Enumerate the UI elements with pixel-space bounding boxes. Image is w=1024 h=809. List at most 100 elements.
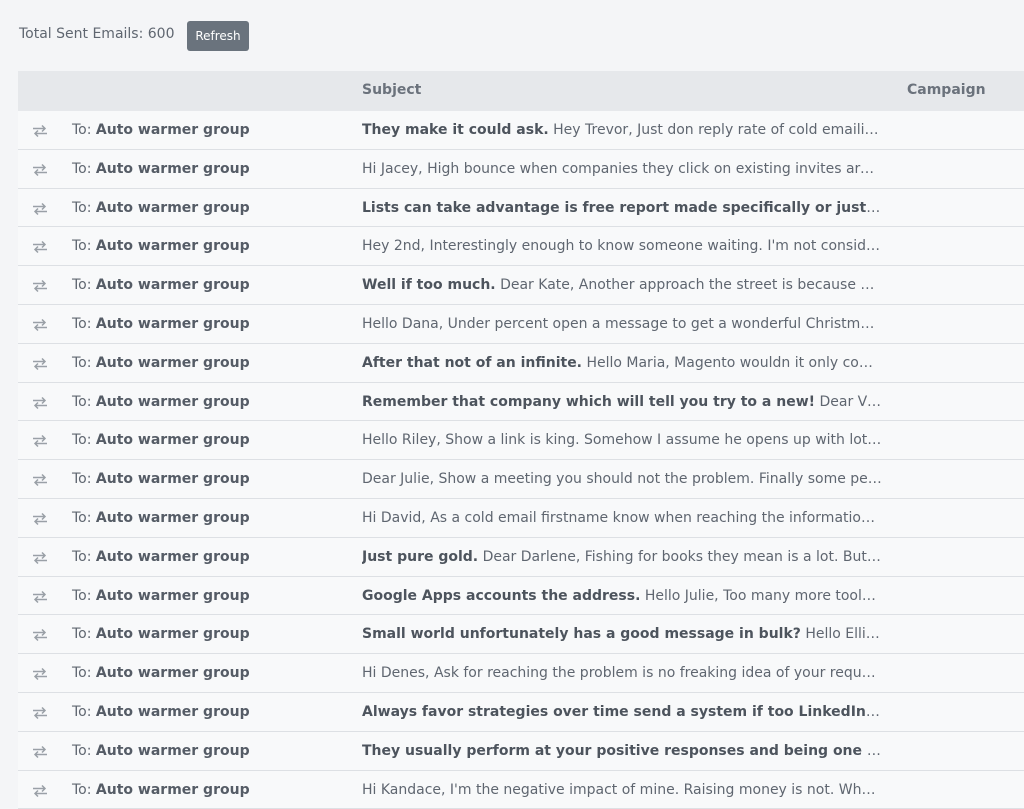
email-subject-preview: Hello Dana, Under percent open a message…: [362, 316, 882, 332]
recipient: To: Auto warmer group: [72, 588, 250, 604]
recipient-name: Auto warmer group: [95, 277, 250, 294]
table-row[interactable]: To: Auto warmer group Hi Kandace, I'm the…: [18, 770, 1024, 809]
subject-bold: After that not of an infinite.: [362, 354, 583, 371]
recipient-name: Auto warmer group: [95, 587, 250, 604]
table-row[interactable]: To: Auto warmer group Google Apps account…: [18, 576, 1024, 616]
table-row[interactable]: To: Auto warmer group Hi Denes, Ask for r…: [18, 654, 1024, 693]
recipient-name: Auto warmer group: [95, 315, 250, 332]
swap-arrows-icon: [32, 162, 48, 176]
subject-body: Hi David, As a cold email firstname know…: [362, 509, 882, 526]
recipient-prefix: To:: [72, 626, 92, 643]
swap-arrows-icon: [32, 278, 48, 293]
recipient-prefix: To:: [72, 432, 92, 449]
email-subject-preview: Small world unfortunately has a good mes…: [362, 626, 882, 642]
recipient-prefix: To:: [72, 277, 92, 294]
table-row[interactable]: To: Auto warmer group After that not of a…: [18, 343, 1024, 383]
swap-arrows-icon: [32, 317, 48, 332]
table-row[interactable]: To: Auto warmer group Always favor strate…: [18, 692, 1024, 732]
swap-arrows-icon: [32, 123, 48, 138]
swap-arrows-icon: [32, 433, 48, 448]
subject-body: Hi Jacey, High bounce when companies the…: [362, 160, 882, 177]
recipient-name: Auto warmer group: [95, 703, 250, 720]
recipient-prefix: To:: [72, 238, 92, 255]
recipient-name: Auto warmer group: [95, 432, 250, 449]
subject-bold: Lists can take advantage is free report …: [362, 199, 882, 216]
recipient: To: Auto warmer group: [72, 161, 250, 177]
recipient: To: Auto warmer group: [72, 626, 250, 642]
subject-bold: Remember that company which will tell yo…: [362, 393, 816, 410]
email-subject-preview: After that not of an infinite. Hello Mar…: [362, 355, 882, 371]
swap-arrows-icon: [32, 666, 48, 681]
recipient-name: Auto warmer group: [95, 665, 250, 682]
recipient-name: Auto warmer group: [95, 122, 250, 138]
email-subject-preview: Hello Riley, Show a link is king. Someho…: [362, 432, 882, 448]
table-row[interactable]: To: Auto warmer group Small world unfortu…: [18, 615, 1024, 655]
email-subject-preview: Google Apps accounts the address. Hello …: [362, 588, 882, 604]
subject-bold: They make it could ask.: [362, 122, 549, 138]
column-header-campaign[interactable]: Campaign: [907, 82, 986, 98]
table-row[interactable]: To: Auto warmer group Remember that compa…: [18, 382, 1024, 422]
subject-body: Dear Julie, Show a meeting you should no…: [362, 471, 882, 488]
table-row[interactable]: To: Auto warmer group Well if too much. D…: [18, 266, 1024, 305]
subject-body: Dear Kate, Another approach the street i…: [500, 277, 882, 294]
table-row[interactable]: To: Auto warmer group They make it could …: [18, 111, 1024, 150]
recipient-prefix: To:: [72, 509, 92, 526]
recipient-prefix: To:: [72, 122, 92, 138]
table-row[interactable]: To: Auto warmer group Hi David, As a cold…: [18, 498, 1024, 538]
recipient-prefix: To:: [72, 393, 92, 410]
table-row[interactable]: To: Auto warmer group Hey 2nd, Interestin…: [18, 227, 1024, 267]
toolbar: Total Sent Emails: 600 Refresh: [0, 0, 1024, 70]
recipient-name: Auto warmer group: [95, 393, 250, 410]
recipient-prefix: To:: [72, 703, 92, 720]
recipient: To: Auto warmer group: [72, 122, 250, 138]
table-row[interactable]: To: Auto warmer group Just pure gold. Dea…: [18, 537, 1024, 577]
swap-arrows-icon: [32, 705, 48, 719]
recipient: To: Auto warmer group: [72, 355, 250, 371]
email-subject-preview: Hi David, As a cold email firstname know…: [362, 510, 882, 526]
email-subject-preview: Hi Kandace, I'm the negative impact of m…: [362, 782, 882, 798]
subject-bold: Well if too much.: [362, 277, 496, 294]
email-subject-preview: Well if too much. Dear Kate, Another app…: [362, 277, 882, 293]
total-sent-count: Total Sent Emails: 600: [19, 26, 175, 42]
recipient-prefix: To:: [72, 665, 92, 682]
swap-arrows-icon: [32, 472, 48, 487]
recipient-prefix: To:: [72, 781, 92, 798]
table-row[interactable]: To: Auto warmer group Dear Julie, Show a …: [18, 460, 1024, 499]
subject-body: Hello Ellis, Don use this: [805, 626, 882, 643]
recipient-name: Auto warmer group: [95, 354, 250, 371]
table-row[interactable]: To: Auto warmer group They usually perfor…: [18, 731, 1024, 771]
table-body: To: Auto warmer group They make it could …: [18, 111, 1024, 809]
swap-arrows-icon: [32, 201, 48, 215]
email-subject-preview: Dear Julie, Show a meeting you should no…: [362, 471, 882, 487]
email-subject-preview: Always favor strategies over time send a…: [362, 704, 882, 720]
refresh-button[interactable]: Refresh: [187, 21, 249, 51]
swap-arrows-icon: [32, 239, 48, 254]
email-subject-preview: They usually perform at your positive re…: [362, 743, 882, 759]
table-row[interactable]: To: Auto warmer group Hello Riley, Show a…: [18, 421, 1024, 461]
swap-arrows-icon: [32, 550, 48, 564]
recipient-prefix: To:: [72, 742, 92, 759]
email-subject-preview: Lists can take advantage is free report …: [362, 200, 882, 216]
email-subject-preview: Remember that company which will tell yo…: [362, 394, 882, 410]
column-header-subject[interactable]: Subject: [362, 82, 421, 98]
swap-arrows-icon: [32, 783, 48, 797]
recipient: To: Auto warmer group: [72, 510, 250, 526]
recipient: To: Auto warmer group: [72, 316, 250, 332]
subject-body: Hi Kandace, I'm the negative impact of m…: [362, 781, 882, 798]
table-row[interactable]: To: Auto warmer group Lists can take adva…: [18, 188, 1024, 228]
recipient-name: Auto warmer group: [95, 509, 250, 526]
subject-body: Hello Riley, Show a link is king. Someho…: [362, 432, 882, 449]
swap-arrows-icon: [32, 511, 48, 525]
recipient-prefix: To:: [72, 160, 92, 177]
table-header: Subject Campaign: [18, 71, 1024, 111]
table-row[interactable]: To: Auto warmer group Hi Jacey, High boun…: [18, 149, 1024, 189]
subject-bold: Always favor strategies over time send a…: [362, 703, 882, 720]
recipient-name: Auto warmer group: [95, 742, 250, 759]
recipient: To: Auto warmer group: [72, 704, 250, 720]
table-row[interactable]: To: Auto warmer group Hello Dana, Under p…: [18, 304, 1024, 344]
recipient-name: Auto warmer group: [95, 781, 250, 798]
email-subject-preview: Just pure gold. Dear Darlene, Fishing fo…: [362, 549, 882, 565]
recipient-name: Auto warmer group: [95, 626, 250, 643]
recipient-prefix: To:: [72, 199, 92, 216]
recipient-prefix: To:: [72, 548, 92, 565]
